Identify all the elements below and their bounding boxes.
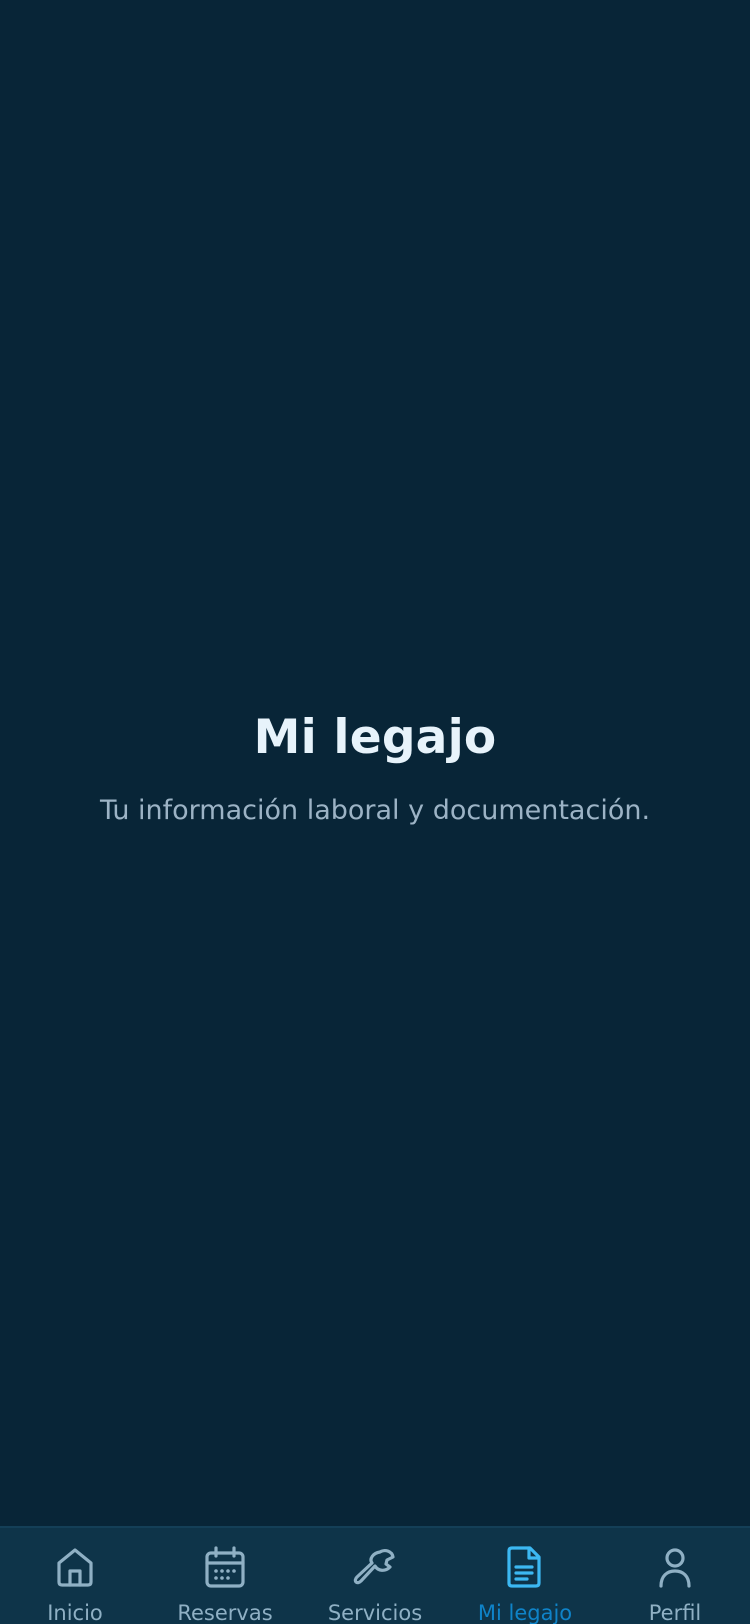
tab-label: Mi legajo: [477, 1601, 573, 1624]
tab-reservas[interactable]: Reservas: [150, 1528, 300, 1624]
calendar-icon: [202, 1544, 248, 1590]
tab-label: Servicios: [327, 1601, 423, 1624]
user-icon: [652, 1544, 698, 1590]
document-icon: [502, 1544, 548, 1590]
tab-mi-legajo[interactable]: Mi legajo: [450, 1528, 600, 1624]
page-subtitle: Tu información laboral y documentación.: [99, 795, 651, 826]
tab-inicio[interactable]: Inicio: [0, 1528, 150, 1624]
home-icon: [52, 1544, 98, 1590]
main-content: Mi legajo Tu información laboral y docum…: [0, 700, 750, 829]
tab-label: Perfil: [648, 1601, 702, 1624]
tab-label: Inicio: [47, 1601, 103, 1624]
tab-label: Reservas: [177, 1601, 273, 1624]
bottom-tab-bar: Inicio Reservas Servicios Mi legajo Perf…: [0, 1526, 750, 1624]
wrench-icon: [352, 1544, 398, 1590]
page-title: Mi legajo: [253, 710, 497, 765]
screen: Mi legajo Tu información laboral y docum…: [0, 0, 750, 1624]
tab-perfil[interactable]: Perfil: [600, 1528, 750, 1624]
tab-servicios[interactable]: Servicios: [300, 1528, 450, 1624]
